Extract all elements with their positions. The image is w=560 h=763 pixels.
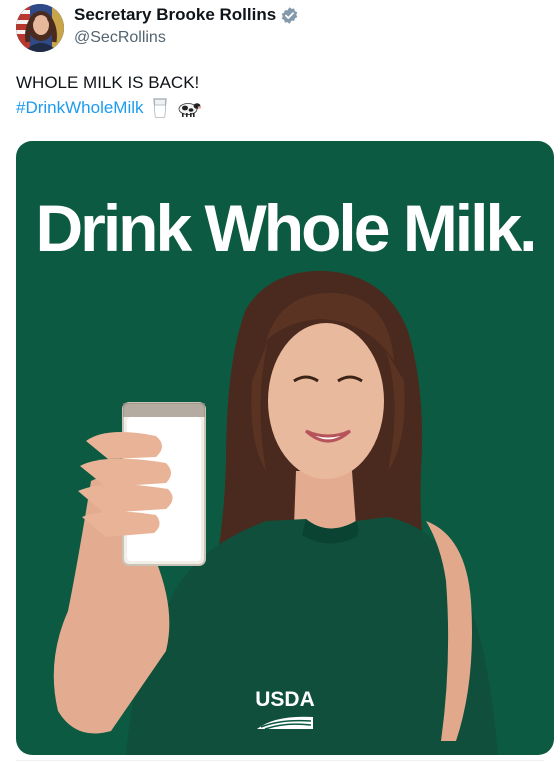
cow-icon <box>176 97 202 119</box>
media-headline: Drink Whole Milk. <box>35 191 537 265</box>
verified-badge-icon[interactable] <box>280 6 299 25</box>
post-divider <box>16 760 544 761</box>
author-names: Secretary Brooke Rollins @SecRollins <box>74 5 299 49</box>
post-text-line: WHOLE MILK IS BACK! <box>16 73 200 92</box>
hashtag-link[interactable]: #DrinkWholeMilk <box>16 95 144 120</box>
author-display-name-row[interactable]: Secretary Brooke Rollins <box>74 5 299 25</box>
usda-landscape-icon <box>257 716 313 730</box>
avatar[interactable] <box>16 4 64 52</box>
usda-logo: USDA <box>251 689 319 733</box>
post-header: Secretary Brooke Rollins @SecRollins <box>16 2 546 54</box>
author-display-name[interactable]: Secretary Brooke Rollins <box>74 5 276 25</box>
usda-logo-text: USDA <box>255 688 315 711</box>
author-handle[interactable]: @SecRollins <box>74 27 299 49</box>
post-body: WHOLE MILK IS BACK! #DrinkWholeMilk <box>16 70 202 120</box>
glass-of-milk-icon <box>150 97 170 119</box>
post-media-image[interactable]: Drink Whole Milk. USDA <box>16 141 554 755</box>
hashtag-row: #DrinkWholeMilk <box>16 95 202 120</box>
